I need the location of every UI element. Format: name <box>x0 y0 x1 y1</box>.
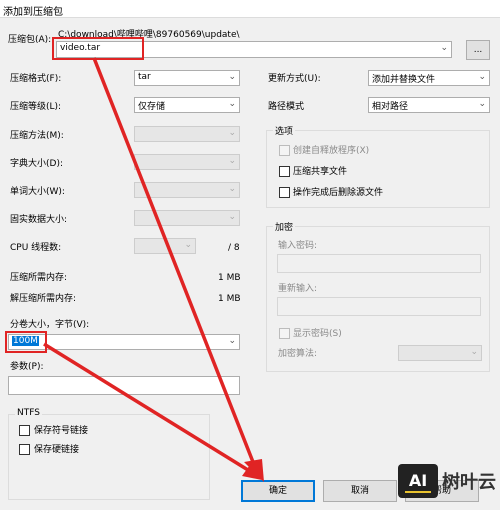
watermark-text: 树叶云 <box>442 472 496 493</box>
watermark-logo: AI <box>398 464 438 498</box>
watermark: AI 树叶云 <box>396 462 500 506</box>
arrow-from-archive-name <box>92 57 255 463</box>
arrow-from-split-size <box>43 342 249 472</box>
annotation-arrows <box>43 57 264 482</box>
